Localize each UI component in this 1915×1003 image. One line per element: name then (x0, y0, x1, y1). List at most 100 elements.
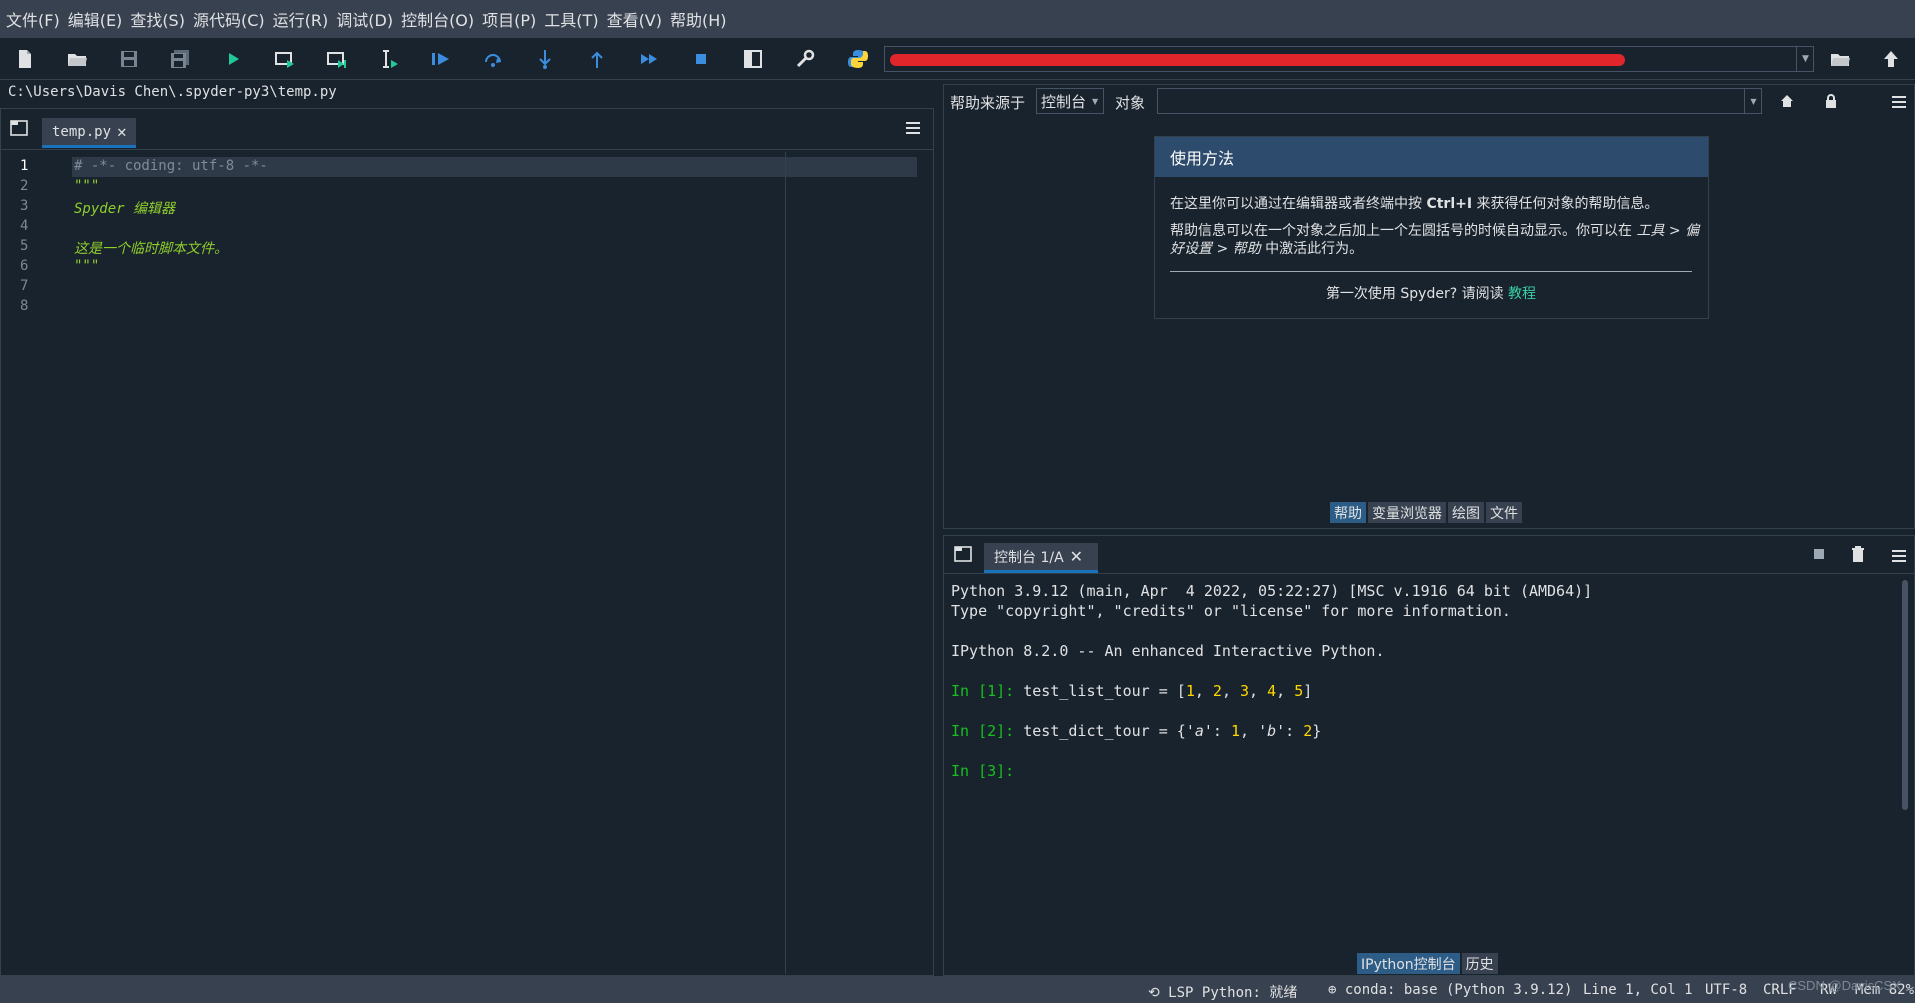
code-editor[interactable] (70, 152, 918, 974)
line-number: 4 (20, 218, 29, 234)
step-out-icon[interactable] (584, 46, 610, 72)
tab-label: temp.py (52, 123, 112, 140)
console-prompt: In [2]: (951, 722, 1024, 740)
lock-icon[interactable] (1822, 92, 1840, 110)
run-cell-advance-icon[interactable] (324, 46, 350, 72)
open-file-icon[interactable] (64, 46, 90, 72)
line-number: 7 (20, 278, 29, 294)
tab-console-1a[interactable]: 控制台 1/A ✕ (984, 543, 1098, 573)
python-path-icon[interactable] (845, 46, 871, 72)
trash-icon[interactable] (1849, 544, 1867, 564)
chevron-down-icon[interactable]: ▼ (1796, 46, 1814, 72)
conda-status-text: conda: base (Python 3.9.12) (1344, 982, 1573, 998)
menu-bar: 文件(F) 编辑(E) 查找(S) 源代码(C) 运行(R) 调试(D) 控制台… (0, 0, 1915, 38)
code-line: # -*- coding: utf-8 -*- (74, 158, 268, 174)
console-input-3[interactable]: In [3]: (951, 762, 1023, 780)
close-icon[interactable]: ✕ (117, 122, 127, 141)
help-object-label: 对象 (1115, 94, 1146, 112)
stop-icon[interactable] (688, 46, 714, 72)
new-file-icon[interactable] (12, 46, 38, 72)
usage-text-1-post: 来获得任何对象的帮助信息。 (1472, 196, 1659, 212)
step-into-icon[interactable] (532, 46, 558, 72)
help-source-value: 控制台 (1041, 92, 1087, 111)
line-number: 2 (20, 178, 29, 194)
save-all-icon[interactable] (167, 46, 193, 72)
console-input-2: In [2]: test_dict_tour = {'a': 1, 'b': 2… (951, 722, 1322, 740)
menu-file[interactable]: 文件(F) (6, 5, 60, 33)
console-input-1: In [1]: test_list_tour = [1, 2, 3, 4, 5] (951, 682, 1313, 700)
console-pane-tabs: IPython控制台 历史 (1357, 953, 1500, 974)
lsp-status: ⟲ LSP Python: 就绪 (1148, 982, 1297, 1002)
menu-source[interactable]: 源代码(C) (193, 5, 265, 33)
hamburger-menu-icon[interactable] (1890, 548, 1908, 564)
save-icon[interactable] (116, 46, 142, 72)
run-selection-icon[interactable] (376, 46, 402, 72)
code-line: """ (74, 178, 100, 194)
menu-debug[interactable]: 调试(D) (336, 5, 393, 33)
run-icon[interactable] (220, 46, 246, 72)
editor-tab-bar (0, 108, 934, 150)
menu-view[interactable]: 查看(V) (607, 5, 662, 33)
menu-consoles[interactable]: 控制台(O) (401, 5, 474, 33)
tab-ipython-console[interactable]: IPython控制台 (1357, 953, 1460, 974)
scrollbar-thumb[interactable] (1902, 580, 1908, 810)
vertical-splitter[interactable] (936, 84, 942, 976)
help-source-label: 帮助来源于 (950, 94, 1026, 112)
usage-text-2: 帮助信息可以在一个对象之后加上一个左圆括号的时候自动显示。你可以在 工具 > 偏… (1170, 222, 1700, 258)
editor-file-path: C:\Users\Davis Chen\.spyder-py3\temp.py (8, 84, 337, 100)
maximize-pane-icon[interactable] (740, 46, 766, 72)
console-prompt: In [3]: (951, 762, 1024, 780)
chevron-down-icon[interactable]: ▼ (1744, 88, 1762, 114)
chevron-down-icon: ▼ (1092, 96, 1099, 106)
console-scrollbar[interactable] (1900, 580, 1910, 945)
line-number: 1 (20, 158, 29, 174)
menu-run[interactable]: 运行(R) (273, 5, 329, 33)
tab-temp-py[interactable]: temp.py ✕ (42, 118, 136, 148)
menu-help[interactable]: 帮助(H) (670, 5, 727, 33)
line-number-gutter (2, 152, 70, 974)
console-tab-label: 控制台 1/A (994, 549, 1064, 566)
console-banner-line: Python 3.9.12 (main, Apr 4 2022, 05:22:2… (951, 582, 1593, 600)
menu-edit[interactable]: 编辑(E) (68, 5, 123, 33)
browse-tabs-icon[interactable] (10, 120, 28, 136)
help-object-input[interactable] (1157, 88, 1762, 114)
hamburger-menu-icon[interactable] (1890, 94, 1908, 110)
divider (1170, 271, 1692, 272)
browse-tabs-icon[interactable] (954, 546, 972, 562)
line-number: 8 (20, 298, 29, 314)
tab-variable-explorer[interactable]: 变量浏览器 (1368, 502, 1446, 523)
hamburger-menu-icon[interactable] (904, 120, 922, 136)
run-cell-icon[interactable] (272, 46, 298, 72)
menu-tools[interactable]: 工具(T) (544, 5, 598, 33)
tutorial-link[interactable]: 教程 (1508, 286, 1536, 302)
watermark: CSDN @DavisCSX (1788, 978, 1901, 993)
preferences-icon[interactable] (792, 46, 818, 72)
edge-line (785, 152, 786, 974)
first-time-pre: 第一次使用 Spyder? 请阅读 (1325, 286, 1509, 302)
cursor-position: Line 1, Col 1 (1583, 982, 1693, 998)
home-icon[interactable] (1778, 92, 1796, 110)
debug-icon[interactable] (428, 46, 454, 72)
code-line: """ (74, 258, 100, 274)
first-time-text: 第一次使用 Spyder? 请阅读 教程 (1170, 283, 1692, 303)
tab-help[interactable]: 帮助 (1330, 502, 1366, 523)
usage-text-2-post: 中激活此行为。 (1260, 241, 1364, 257)
step-over-icon[interactable] (480, 46, 506, 72)
lsp-icon: ⟲ (1148, 985, 1169, 1001)
tab-plots[interactable]: 绘图 (1448, 502, 1484, 523)
tab-files[interactable]: 文件 (1486, 502, 1522, 523)
editor-scrollbar[interactable] (918, 152, 932, 974)
menu-search[interactable]: 查找(S) (130, 5, 185, 33)
parent-directory-icon[interactable] (1878, 46, 1904, 72)
browse-directory-icon[interactable] (1827, 46, 1853, 72)
tab-history[interactable]: 历史 (1461, 953, 1498, 974)
continue-icon[interactable] (636, 46, 662, 72)
stop-kernel-icon[interactable] (1813, 548, 1825, 560)
line-number: 3 (20, 198, 29, 214)
menu-projects[interactable]: 项目(P) (482, 5, 536, 33)
code-line: 这是一个临时脚本文件。 (74, 241, 228, 257)
line-number: 5 (20, 238, 29, 254)
close-icon[interactable]: ✕ (1070, 547, 1083, 566)
conda-icon: ⊕ (1328, 982, 1345, 998)
help-source-select[interactable]: 控制台 ▼ (1036, 88, 1104, 114)
